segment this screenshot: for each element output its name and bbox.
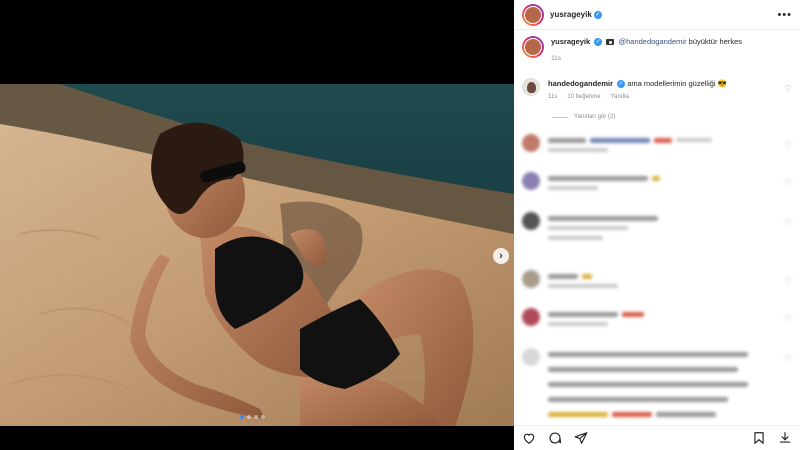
comment-text: ama modellerimin güzelliği 😎 <box>627 79 727 88</box>
comment-item: ♡ <box>522 308 794 326</box>
heart-icon[interactable]: ♡ <box>785 218 792 227</box>
heart-icon[interactable]: ♡ <box>785 276 792 285</box>
caption-username[interactable]: yusrageyik <box>551 37 590 46</box>
commenter-avatar[interactable] <box>522 212 540 230</box>
commenter-username[interactable]: handedogandemir <box>548 79 613 88</box>
share-icon[interactable] <box>574 431 588 445</box>
heart-icon[interactable]: ♡ <box>785 84 792 93</box>
beach-photo <box>0 84 514 426</box>
caption-mention[interactable]: @handedogandemir <box>618 37 686 46</box>
comment-likes[interactable]: 10 beğenme <box>567 92 600 103</box>
next-slide-button[interactable]: › <box>493 248 509 264</box>
author-username[interactable]: yusrageyik <box>550 10 592 19</box>
carousel-dot <box>240 415 244 419</box>
carousel-dots <box>240 415 265 419</box>
caption-text: büyüktür herkes <box>688 37 743 46</box>
post-action-bar <box>514 425 800 450</box>
post-header: yusrageyik ✓ ••• <box>514 0 800 30</box>
heart-icon[interactable]: ♡ <box>785 314 792 323</box>
comment-item: ♡ <box>522 270 794 288</box>
reply-button[interactable]: Yanıtla <box>611 92 629 103</box>
commenter-avatar[interactable] <box>522 348 540 366</box>
comment-icon[interactable] <box>548 431 562 445</box>
carousel-dot <box>247 415 251 419</box>
commenter-avatar[interactable] <box>522 308 540 326</box>
post-media: › <box>0 0 514 450</box>
camera-icon <box>606 39 615 46</box>
heart-icon[interactable]: ♡ <box>785 178 792 187</box>
commenter-avatar[interactable] <box>522 270 540 288</box>
view-replies-button[interactable]: Yanıtları gör (2) <box>552 114 615 120</box>
commenter-avatar[interactable] <box>522 172 540 190</box>
verified-badge-icon: ✓ <box>617 80 626 89</box>
caption-time[interactable]: 11s <box>551 53 742 64</box>
post-caption: yusrageyik ✓ @handedogandemir büyüktür h… <box>522 36 792 64</box>
commenter-avatar[interactable] <box>522 78 540 96</box>
like-heart-icon[interactable] <box>522 431 536 445</box>
verified-badge-icon: ✓ <box>594 38 603 47</box>
comment-time[interactable]: 11s <box>548 92 557 103</box>
author-avatar[interactable] <box>522 3 544 26</box>
post-photo[interactable] <box>0 84 514 426</box>
comment-item: ♡ <box>522 134 794 152</box>
commenter-avatar[interactable] <box>522 134 540 152</box>
carousel-dot <box>261 415 265 419</box>
download-icon[interactable] <box>778 431 792 445</box>
comment-item: ♡ <box>522 212 794 240</box>
comment-item: ♡ <box>522 348 794 419</box>
verified-badge-icon: ✓ <box>593 10 602 19</box>
heart-icon[interactable]: ♡ <box>785 354 792 363</box>
post-side-panel: yusrageyik ✓ ••• yusrageyik ✓ @handedoga… <box>514 0 800 450</box>
carousel-dot <box>254 415 258 419</box>
heart-icon[interactable]: ♡ <box>785 140 792 149</box>
more-options-icon[interactable]: ••• <box>777 9 792 21</box>
comment-item: ♡ <box>522 172 794 190</box>
caption-author-avatar[interactable] <box>522 36 544 58</box>
bookmark-icon[interactable] <box>752 431 766 445</box>
comment-item: handedogandemir ✓ ama modellerimin güzel… <box>522 78 794 103</box>
